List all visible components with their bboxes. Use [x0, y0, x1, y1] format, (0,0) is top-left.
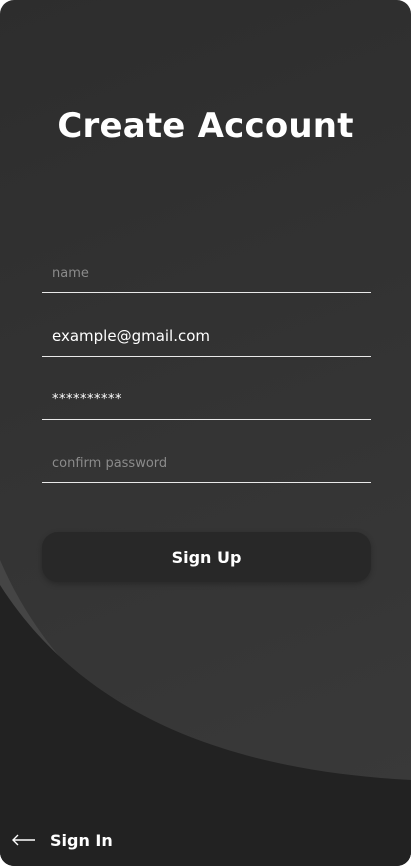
arrow-left-icon: [12, 834, 35, 846]
sign-up-button[interactable]: Sign Up: [42, 532, 371, 582]
sign-in-link[interactable]: Sign In: [12, 827, 113, 853]
email-input[interactable]: [52, 324, 371, 348]
password-field: [42, 379, 371, 420]
create-account-screen: Create Account Sign Up Sign In: [0, 0, 411, 866]
confirm-password-field: [42, 442, 371, 483]
name-field: [42, 252, 371, 293]
email-field: [42, 316, 371, 357]
name-input[interactable]: [52, 260, 371, 284]
confirm-password-input[interactable]: [52, 450, 371, 474]
dark-curve: [0, 585, 411, 866]
sign-in-label: Sign In: [50, 830, 113, 850]
page-title: Create Account: [57, 106, 354, 146]
password-input[interactable]: [52, 387, 371, 411]
